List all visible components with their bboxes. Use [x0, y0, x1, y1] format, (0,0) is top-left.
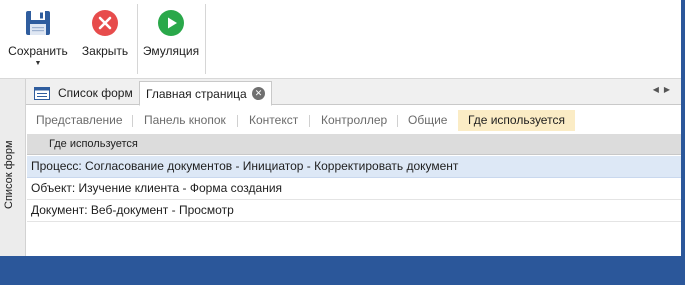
close-button[interactable]: Закрыть [77, 0, 133, 76]
subtab-separator [132, 115, 133, 127]
side-panel-forms-list[interactable]: Список форм [0, 79, 26, 256]
emulation-button-label: Эмуляция [142, 44, 200, 58]
subtab-separator [309, 115, 310, 127]
subtab-separator [237, 115, 238, 127]
tab-scroll-arrows-icon[interactable]: ◀▶ [653, 85, 675, 94]
subtab-where-used[interactable]: Где используется [458, 110, 575, 131]
save-disk-icon [24, 9, 52, 37]
close-circle-icon [91, 9, 119, 37]
side-panel-label: Список форм [3, 140, 15, 209]
play-circle-icon [157, 9, 185, 37]
column-header-where-used[interactable]: Где используется [27, 134, 681, 155]
window-border [681, 0, 685, 256]
table-row[interactable]: Объект: Изучение клиента - Форма создани… [27, 178, 681, 200]
table-row[interactable]: Процесс: Согласование документов - Иници… [27, 156, 681, 178]
tab-main-page[interactable]: Главная страница ✕ [139, 81, 272, 106]
ribbon-separator [205, 4, 206, 74]
chevron-down-icon[interactable]: ▼ [35, 60, 42, 67]
subtab-button-panel[interactable]: Панель кнопок [144, 110, 226, 131]
subtab-general[interactable]: Общие [408, 110, 447, 131]
close-tab-icon[interactable]: ✕ [252, 87, 265, 100]
save-button[interactable]: Сохранить ▼ [6, 0, 70, 76]
where-used-grid: Где используется Процесс: Согласование д… [27, 134, 681, 254]
tab-main-page-label: Главная страница [146, 86, 247, 101]
form-list-icon [34, 86, 50, 100]
main-window: Сохранить ▼ Закрыть Эмуляция Список форм… [0, 0, 681, 256]
tab-forms-list-label: Список форм [58, 86, 133, 100]
subtab-presentation[interactable]: Представление [36, 110, 123, 131]
close-button-label: Закрыть [81, 44, 129, 58]
document-tabs: Список форм Главная страница ✕ ◀▶ [26, 79, 681, 106]
ribbon-toolbar: Сохранить ▼ Закрыть Эмуляция [0, 0, 681, 79]
property-tabs: Представление Панель кнопок Контекст Кон… [26, 106, 681, 133]
subtab-separator [397, 115, 398, 127]
ribbon-separator [137, 4, 138, 74]
table-row[interactable]: Документ: Веб-документ - Просмотр [27, 200, 681, 222]
save-button-label: Сохранить [8, 44, 68, 58]
subtab-controller[interactable]: Контроллер [321, 110, 387, 131]
emulation-button[interactable]: Эмуляция [141, 0, 201, 76]
subtab-context[interactable]: Контекст [249, 110, 298, 131]
